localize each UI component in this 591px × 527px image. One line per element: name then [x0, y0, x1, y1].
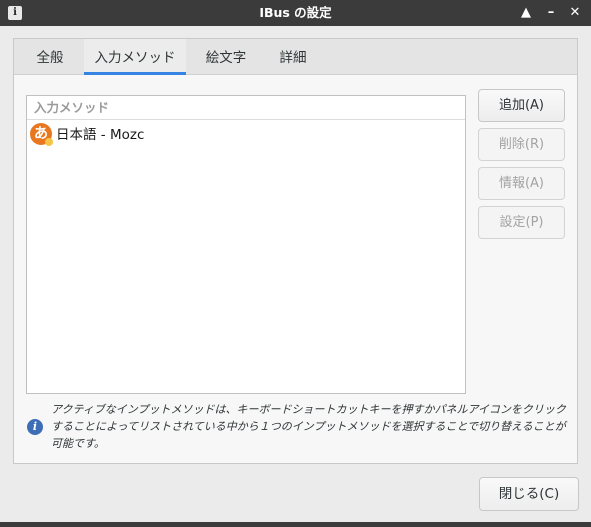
tab-general[interactable]: 全般 — [26, 39, 74, 75]
remove-button[interactable]: 削除(R) — [478, 128, 565, 161]
tab-emoji[interactable]: 絵文字 — [196, 39, 256, 75]
minimize-icon[interactable]: – — [541, 3, 561, 23]
list-item-label: 日本語 - Mozc — [56, 127, 145, 143]
about-button[interactable]: 情報(A) — [478, 167, 565, 200]
info-text: アクティブなインプットメソッドは、キーボードショートカットキーを押すかパネルアイ… — [51, 403, 566, 450]
tab-bar: 全般 入力メソッド 絵文字 詳細 — [14, 39, 577, 75]
tab-input-method[interactable]: 入力メソッド — [84, 39, 186, 75]
engine-icon-badge — [45, 138, 53, 146]
info-icon: i — [27, 419, 43, 435]
input-method-list[interactable]: 入力メソッド あ 日本語 - Mozc — [26, 95, 466, 394]
list-header: 入力メソッド — [27, 96, 465, 120]
list-item[interactable]: あ 日本語 - Mozc — [27, 121, 465, 149]
window-border — [0, 522, 591, 527]
preferences-window: 全般 入力メソッド 絵文字 詳細 入力メソッド あ 日本語 - Mozc 追加(… — [0, 26, 591, 522]
close-button[interactable]: 閉じる(C) — [479, 477, 579, 511]
close-icon[interactable]: ✕ — [565, 3, 585, 23]
title-bar[interactable]: i IBus の設定 ▲ – ✕ — [0, 0, 591, 26]
add-button[interactable]: 追加(A) — [478, 89, 565, 122]
window-title: IBus の設定 — [259, 5, 332, 20]
maximize-arrow-icon[interactable]: ▲ — [516, 3, 536, 23]
preferences-button[interactable]: 設定(P) — [478, 206, 565, 239]
tab-advanced[interactable]: 詳細 — [266, 39, 320, 75]
mozc-engine-icon: あ — [30, 123, 53, 146]
input-method-page: 入力メソッド あ 日本語 - Mozc 追加(A) 削除(R) 情報(A) 設定… — [14, 75, 577, 463]
settings-notebook: 全般 入力メソッド 絵文字 詳細 入力メソッド あ 日本語 - Mozc 追加(… — [13, 38, 578, 464]
